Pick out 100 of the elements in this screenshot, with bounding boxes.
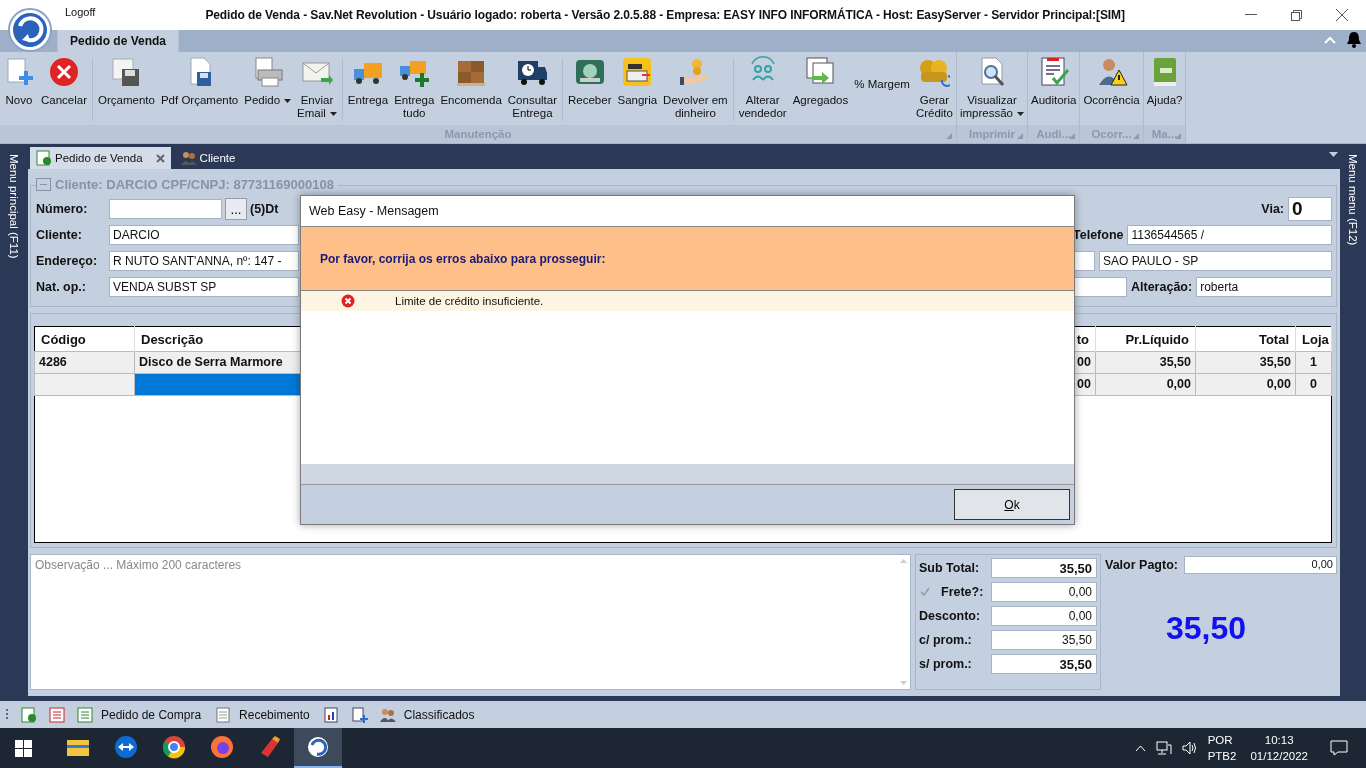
input-field[interactable]: DARCIO <box>109 225 299 245</box>
ribbon-button[interactable]: Gerar Crédito <box>912 56 956 125</box>
dialog-message: Por favor, corrija os erros abaixo para prosseguir: <box>320 251 606 266</box>
input-field[interactable] <box>109 199 222 219</box>
ribbon-button[interactable]: Agregados <box>789 56 852 125</box>
ribbon-button[interactable]: Alterar vendedor <box>735 56 790 125</box>
input-field[interactable]: roberta <box>1196 277 1332 297</box>
field-label: Frete?: <box>941 585 984 599</box>
collapse-toggle[interactable] <box>36 178 51 191</box>
grip-icon <box>6 707 9 722</box>
table-cell: 35,50 <box>1095 351 1196 374</box>
ribbon-tab[interactable]: Pedido de Venda <box>57 29 180 52</box>
ribbon-button[interactable]: % Margem <box>851 56 913 125</box>
document-tab[interactable]: Pedido de Venda <box>30 147 171 169</box>
document-list-icon[interactable] <box>77 706 93 723</box>
field-label: (5)Dt <box>250 202 279 216</box>
document-list-icon[interactable] <box>49 706 65 723</box>
ribbon-button[interactable]: Novo <box>0 56 38 125</box>
field-label: Nat. op.: <box>36 280 87 294</box>
keyboard-indicator[interactable]: PTB2 <box>1207 748 1237 764</box>
ribbon-button[interactable]: Ajuda? <box>1143 56 1186 125</box>
input-field[interactable]: 0,00 <box>991 606 1097 626</box>
error-message: Limite de crédito insuficiente. <box>395 295 544 307</box>
close-icon[interactable] <box>1336 9 1348 21</box>
field-label: Valor Pagto: <box>1105 558 1178 572</box>
input-field[interactable]: SAO PAULO - SP <box>1099 251 1332 271</box>
document-chart-icon[interactable] <box>323 706 340 723</box>
speaker-icon[interactable] <box>1181 741 1198 755</box>
ribbon-button[interactable]: Orçamento <box>95 56 158 125</box>
logoff-link[interactable]: Logoff <box>65 6 96 18</box>
document-money-icon <box>36 150 52 166</box>
input-field[interactable]: VENDA SUBST SP <box>109 277 299 297</box>
document-plus-icon[interactable] <box>351 706 368 723</box>
value-field: 35,50 <box>991 558 1097 578</box>
cancel-icon <box>48 56 80 88</box>
field-label: Via: <box>1261 202 1284 216</box>
taskbar-app[interactable] <box>294 728 342 768</box>
input-field[interactable]: 1136544565 / <box>1127 225 1332 245</box>
ribbon-button[interactable]: Entrega <box>344 56 392 125</box>
ribbon-button[interactable]: Devolver em dinheiro <box>660 56 731 125</box>
bell-icon[interactable] <box>1346 31 1362 48</box>
ribbon-button[interactable]: Ocorrência <box>1080 56 1143 125</box>
sidebar-toggle[interactable]: Menu principal (F11) <box>8 154 20 699</box>
clock-time[interactable]: 10:13 <box>1264 732 1294 748</box>
network-icon[interactable] <box>1155 741 1172 755</box>
language-indicator[interactable]: POR <box>1207 732 1233 748</box>
input-field[interactable] <box>1075 277 1127 297</box>
table-cell: 4286 <box>34 351 135 374</box>
caret-up-icon[interactable] <box>1134 744 1146 752</box>
fox-browser-icon <box>210 735 234 759</box>
collapse-caret-icon[interactable] <box>1324 35 1336 44</box>
close-icon[interactable] <box>155 153 165 163</box>
ribbon-button[interactable]: Entrega tudo <box>391 56 438 125</box>
document-tab[interactable]: Cliente <box>174 147 242 169</box>
ribbon-button[interactable]: Pedido <box>241 56 295 125</box>
field-label: c/ prom.: <box>919 633 972 647</box>
dropdown-caret-icon <box>1017 111 1024 116</box>
input-field[interactable]: R NUTO SANT'ANNA, nº: 147 - <box>109 251 299 271</box>
input-field[interactable]: 0,00 <box>1183 556 1337 574</box>
people-icon[interactable] <box>379 706 396 723</box>
lookup-button[interactable]: ... <box>225 198 247 220</box>
people-icon <box>180 150 197 166</box>
ribbon-button[interactable]: Cancelar <box>38 56 91 125</box>
checkbox[interactable] <box>919 586 931 598</box>
ribbon-button[interactable]: Auditoria <box>1028 56 1080 125</box>
notification-icon[interactable] <box>1330 740 1348 756</box>
ribbon-button[interactable]: Consultar Entrega <box>504 56 560 125</box>
ribbon-button[interactable]: Receber <box>565 56 615 125</box>
document-money-icon[interactable] <box>21 706 37 723</box>
shortcut-link[interactable]: Classificados <box>403 707 475 722</box>
clock-date[interactable]: 01/12/2022 <box>1250 748 1308 764</box>
ribbon-button[interactable]: Encomenda <box>437 56 505 125</box>
group-title: Cliente: DARCIO CPF/CNPJ: 87731169000108 <box>55 177 334 192</box>
field-label: Número: <box>36 202 89 216</box>
field-label: Cliente: <box>36 228 83 242</box>
value-field: 35,50 <box>991 630 1097 650</box>
ribbon-button[interactable]: Visualizar impressão <box>956 56 1027 125</box>
input-field[interactable] <box>1075 251 1095 271</box>
document-icon[interactable] <box>215 706 232 723</box>
minimize-icon[interactable] <box>1245 14 1257 16</box>
field-label: Desconto: <box>919 609 981 623</box>
dropdown-caret-icon <box>329 111 337 116</box>
ribbon-button[interactable]: Enviar Email <box>294 56 340 125</box>
sidebar-toggle[interactable]: Menu menu (F12) <box>1347 154 1359 699</box>
field-label: Alteração: <box>1131 280 1193 294</box>
field-label: Telefone <box>1073 228 1124 242</box>
shortcut-link[interactable]: Recebimento <box>239 707 310 722</box>
field-label: Sub Total: <box>919 561 980 575</box>
window-title: Pedido de Venda - Sav.Net Revolution - Usuário logado: roberta - Versão 2.0.5.88 - Empresa: EASY INFO INFORMÁTICA - Host: EasyServer - Servidor Principal:[SIM] <box>205 8 1125 22</box>
shortcut-link[interactable]: Pedido de Compra <box>101 707 202 722</box>
ok-button[interactable]: Ok <box>954 489 1070 520</box>
windows-start-icon[interactable] <box>15 739 32 757</box>
dropdown-caret-icon <box>284 98 292 103</box>
restore-icon[interactable] <box>1291 9 1302 21</box>
tab-list-caret-icon[interactable] <box>1329 152 1338 157</box>
app-logo-icon <box>306 735 330 759</box>
input-field[interactable]: 0 <box>1288 197 1332 221</box>
ribbon-button[interactable]: Sangria <box>614 56 661 125</box>
ribbon-button[interactable]: Pdf Orçamento <box>157 56 242 125</box>
input-field[interactable]: 0,00 <box>991 582 1097 602</box>
